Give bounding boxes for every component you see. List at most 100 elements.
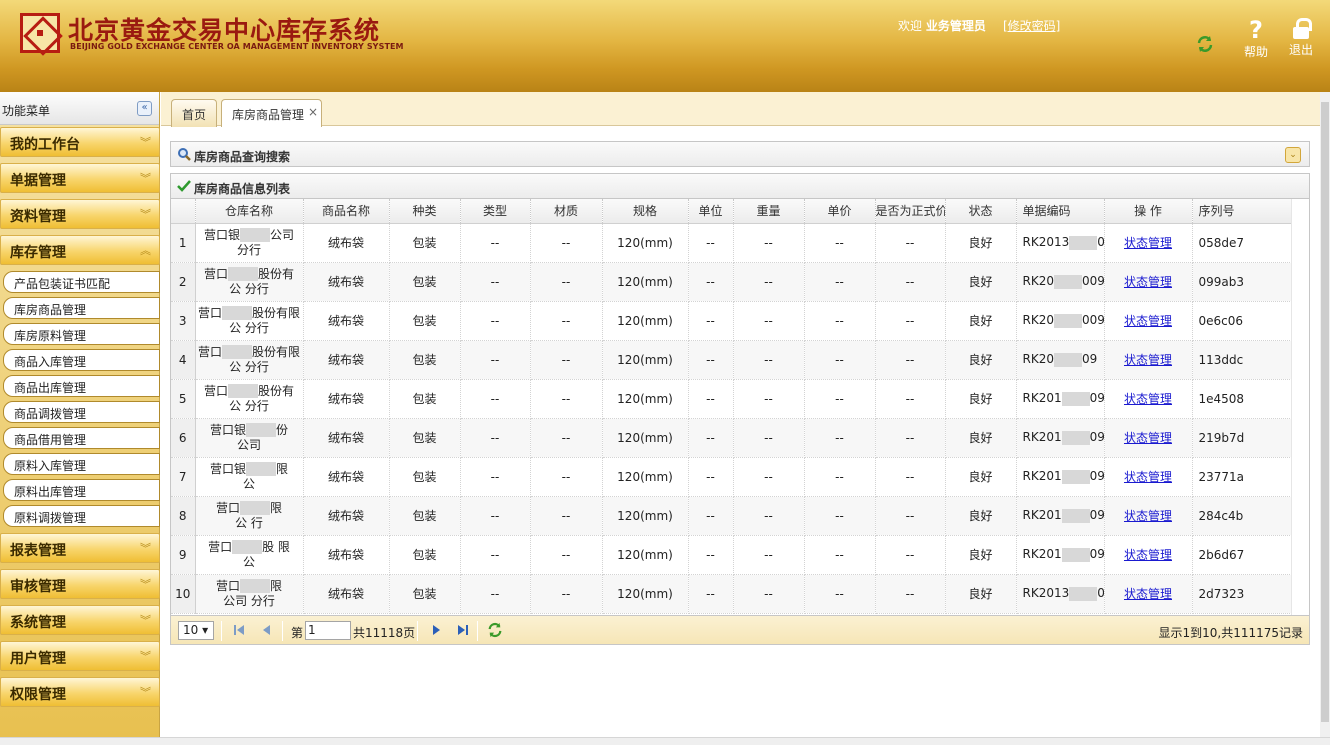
goods-material: --	[530, 262, 603, 302]
menu-materials[interactable]: 资料管理 ︾	[0, 199, 160, 229]
refresh-icon[interactable]	[1196, 35, 1214, 53]
warehouse-text: 公司	[270, 227, 295, 242]
goods-type: --	[460, 379, 531, 419]
change-password-link[interactable]: [修改密码]	[1003, 17, 1060, 34]
submenu-item[interactable]: 商品借用管理	[3, 427, 160, 449]
tab-home[interactable]: 首页	[171, 99, 217, 127]
column-header[interactable]: 序列号	[1192, 199, 1292, 224]
table-row[interactable]: 8 营口限公 行绒布袋 包装 -- -- 120(mm) -- -- -- -- 良好 RK201 09…	[171, 496, 1292, 536]
status-management-link[interactable]: 状态管理	[1124, 314, 1172, 328]
submenu-item[interactable]: 商品入库管理	[3, 349, 160, 371]
status-management-link[interactable]: 状态管理	[1124, 431, 1172, 445]
table-row[interactable]: 4 营口 股份有限公 分行 绒布袋 包装 -- -- 120(mm) -- -- -- -- 良好 RK2…	[171, 340, 1292, 380]
submenu-item[interactable]: 产品包装证书匹配	[3, 271, 160, 293]
table-row[interactable]: 3 营口 股份有限公 分行 绒布袋 包装 -- -- 120(mm) -- -- -- -- 良好 RK2…	[171, 301, 1292, 341]
submenu-item[interactable]: 原料入库管理	[3, 453, 160, 475]
code-text: RK20	[1022, 313, 1054, 328]
status-management-link[interactable]: 状态管理	[1124, 353, 1172, 367]
submenu-item[interactable]: 原料出库管理	[3, 479, 160, 501]
tab-warehouse-goods[interactable]: 库房商品管理 ×	[221, 99, 322, 127]
menu-label: 库存管理	[10, 245, 66, 261]
column-header[interactable]: 单价	[804, 199, 876, 224]
menu-reports[interactable]: 报表管理 ︾	[0, 533, 160, 563]
warehouse-text: 营口银	[203, 227, 240, 242]
next-page-icon[interactable]	[429, 623, 443, 637]
search-panel-title: 库房商品查询搜索	[194, 150, 291, 164]
serial-number: 284c4b	[1192, 496, 1292, 536]
menu-label: 报表管理	[10, 543, 66, 559]
table-row[interactable]: 6 营口银份公司 绒布袋 包装 -- -- 120(mm) -- -- -- -- 良好 RK201 09…	[171, 418, 1292, 458]
submenu-item[interactable]: 原料调拨管理	[3, 505, 160, 527]
goods-name: 绒布袋	[303, 301, 390, 341]
menu-permissions[interactable]: 权限管理 ︾	[0, 677, 160, 707]
redacted-block	[228, 384, 258, 398]
menu-my-workbench[interactable]: 我的工作台 ︾	[0, 127, 160, 157]
submenu-item[interactable]: 库房商品管理	[3, 297, 160, 319]
row-number: 7	[171, 457, 196, 497]
chevron-down-icon: ︾	[140, 578, 151, 591]
status-management-link[interactable]: 状态管理	[1124, 392, 1172, 406]
status-management-link[interactable]: 状态管理	[1124, 587, 1172, 601]
table-row[interactable]: 1 营口银 公司 分行 绒布袋 包装 -- -- 120(mm) -- -- -- -- 良好 RK2013…	[171, 223, 1292, 263]
redacted-block	[222, 306, 252, 320]
column-header[interactable]: 种类	[389, 199, 461, 224]
exit-button[interactable]: 退出	[1286, 18, 1316, 58]
status-management-link[interactable]: 状态管理	[1124, 470, 1172, 484]
table-row[interactable]: 9 营口股 限公绒布袋 包装 -- -- 120(mm) -- -- -- -- 良好 RK201 09…	[171, 535, 1292, 575]
column-header[interactable]: 操 作	[1104, 199, 1193, 224]
column-header[interactable]: 单据编码	[1016, 199, 1105, 224]
column-header[interactable]: 材质	[530, 199, 603, 224]
prev-page-icon[interactable]	[260, 623, 274, 637]
check-icon	[177, 180, 191, 192]
column-header[interactable]: 商品名称	[303, 199, 390, 224]
menu-audit[interactable]: 审核管理 ︾	[0, 569, 160, 599]
status-management-link[interactable]: 状态管理	[1124, 509, 1172, 523]
menu-documents[interactable]: 单据管理 ︾	[0, 163, 160, 193]
serial-number: 099ab3	[1192, 262, 1292, 302]
submenu-item[interactable]: 商品出库管理	[3, 375, 160, 397]
column-header[interactable]: 重量	[733, 199, 805, 224]
close-icon[interactable]: ×	[308, 105, 318, 119]
page-size-select[interactable]: 10 ▾	[178, 621, 214, 640]
table-row[interactable]: 5 营口 股份有公 分行 绒布袋 包装 -- -- 120(mm) -- -- -- -- 良好 RK20…	[171, 379, 1292, 419]
warehouse-name: 营口 股 限公	[195, 535, 304, 575]
goods-kind: 包装	[389, 574, 461, 614]
collapse-sidebar-button[interactable]: «	[137, 101, 152, 116]
status-management-link[interactable]: 状态管理	[1124, 275, 1172, 289]
help-button[interactable]: ? 帮助	[1240, 18, 1272, 60]
expand-toggle-icon[interactable]: ⌄	[1285, 147, 1301, 163]
page-scrollbar[interactable]	[1320, 92, 1330, 745]
menu-inventory[interactable]: 库存管理 ︽	[0, 235, 160, 265]
status-management-link[interactable]: 状态管理	[1124, 236, 1172, 250]
operation-cell: 状态管理	[1104, 457, 1193, 497]
column-header[interactable]: 单位	[688, 199, 734, 224]
warehouse-text: 股份有	[258, 266, 295, 281]
last-page-icon[interactable]	[456, 623, 470, 637]
table-row[interactable]: 7 营口银限公绒布袋 包装 -- -- 120(mm) -- -- -- -- 良好 RK201 09 状…	[171, 457, 1292, 497]
scrollbar-thumb[interactable]	[1321, 102, 1329, 722]
divider	[221, 621, 222, 641]
redacted-block	[1061, 391, 1090, 406]
refresh-icon[interactable]	[487, 622, 503, 638]
column-header[interactable]: 规格	[602, 199, 689, 224]
goods-material: --	[530, 301, 603, 341]
column-header[interactable]: 类型	[460, 199, 531, 224]
submenu-item[interactable]: 商品调拨管理	[3, 401, 160, 423]
table-row[interactable]: 2 营口 股份有公 分行 绒布袋 包装 -- -- 120(mm) -- -- -- -- 良好 RK20…	[171, 262, 1292, 302]
menu-users[interactable]: 用户管理 ︾	[0, 641, 160, 671]
warehouse-text: 股份有	[258, 383, 295, 398]
column-header[interactable]: 状态	[945, 199, 1017, 224]
submenu-item[interactable]: 库房原料管理	[3, 323, 160, 345]
exit-label: 退出	[1288, 43, 1313, 57]
table-row[interactable]: 10 营口限公司 分行 绒布袋 包装 -- -- 120(mm) -- -- -- -- 良好 RK20…	[171, 574, 1292, 614]
warehouse-line: 公 分行	[229, 359, 269, 374]
search-panel-header[interactable]: 库房商品查询搜索 ⌄	[170, 141, 1310, 167]
page-number-input[interactable]: 1	[305, 621, 351, 640]
first-page-icon[interactable]	[232, 623, 246, 637]
column-header[interactable]: 仓库名称	[195, 199, 304, 224]
column-header[interactable]: 是否为正式价	[875, 199, 946, 224]
goods-spec: 120(mm)	[602, 301, 689, 341]
menu-system[interactable]: 系统管理 ︾	[0, 605, 160, 635]
status-management-link[interactable]: 状态管理	[1124, 548, 1172, 562]
submenu-label: 商品调拨管理	[14, 407, 87, 421]
